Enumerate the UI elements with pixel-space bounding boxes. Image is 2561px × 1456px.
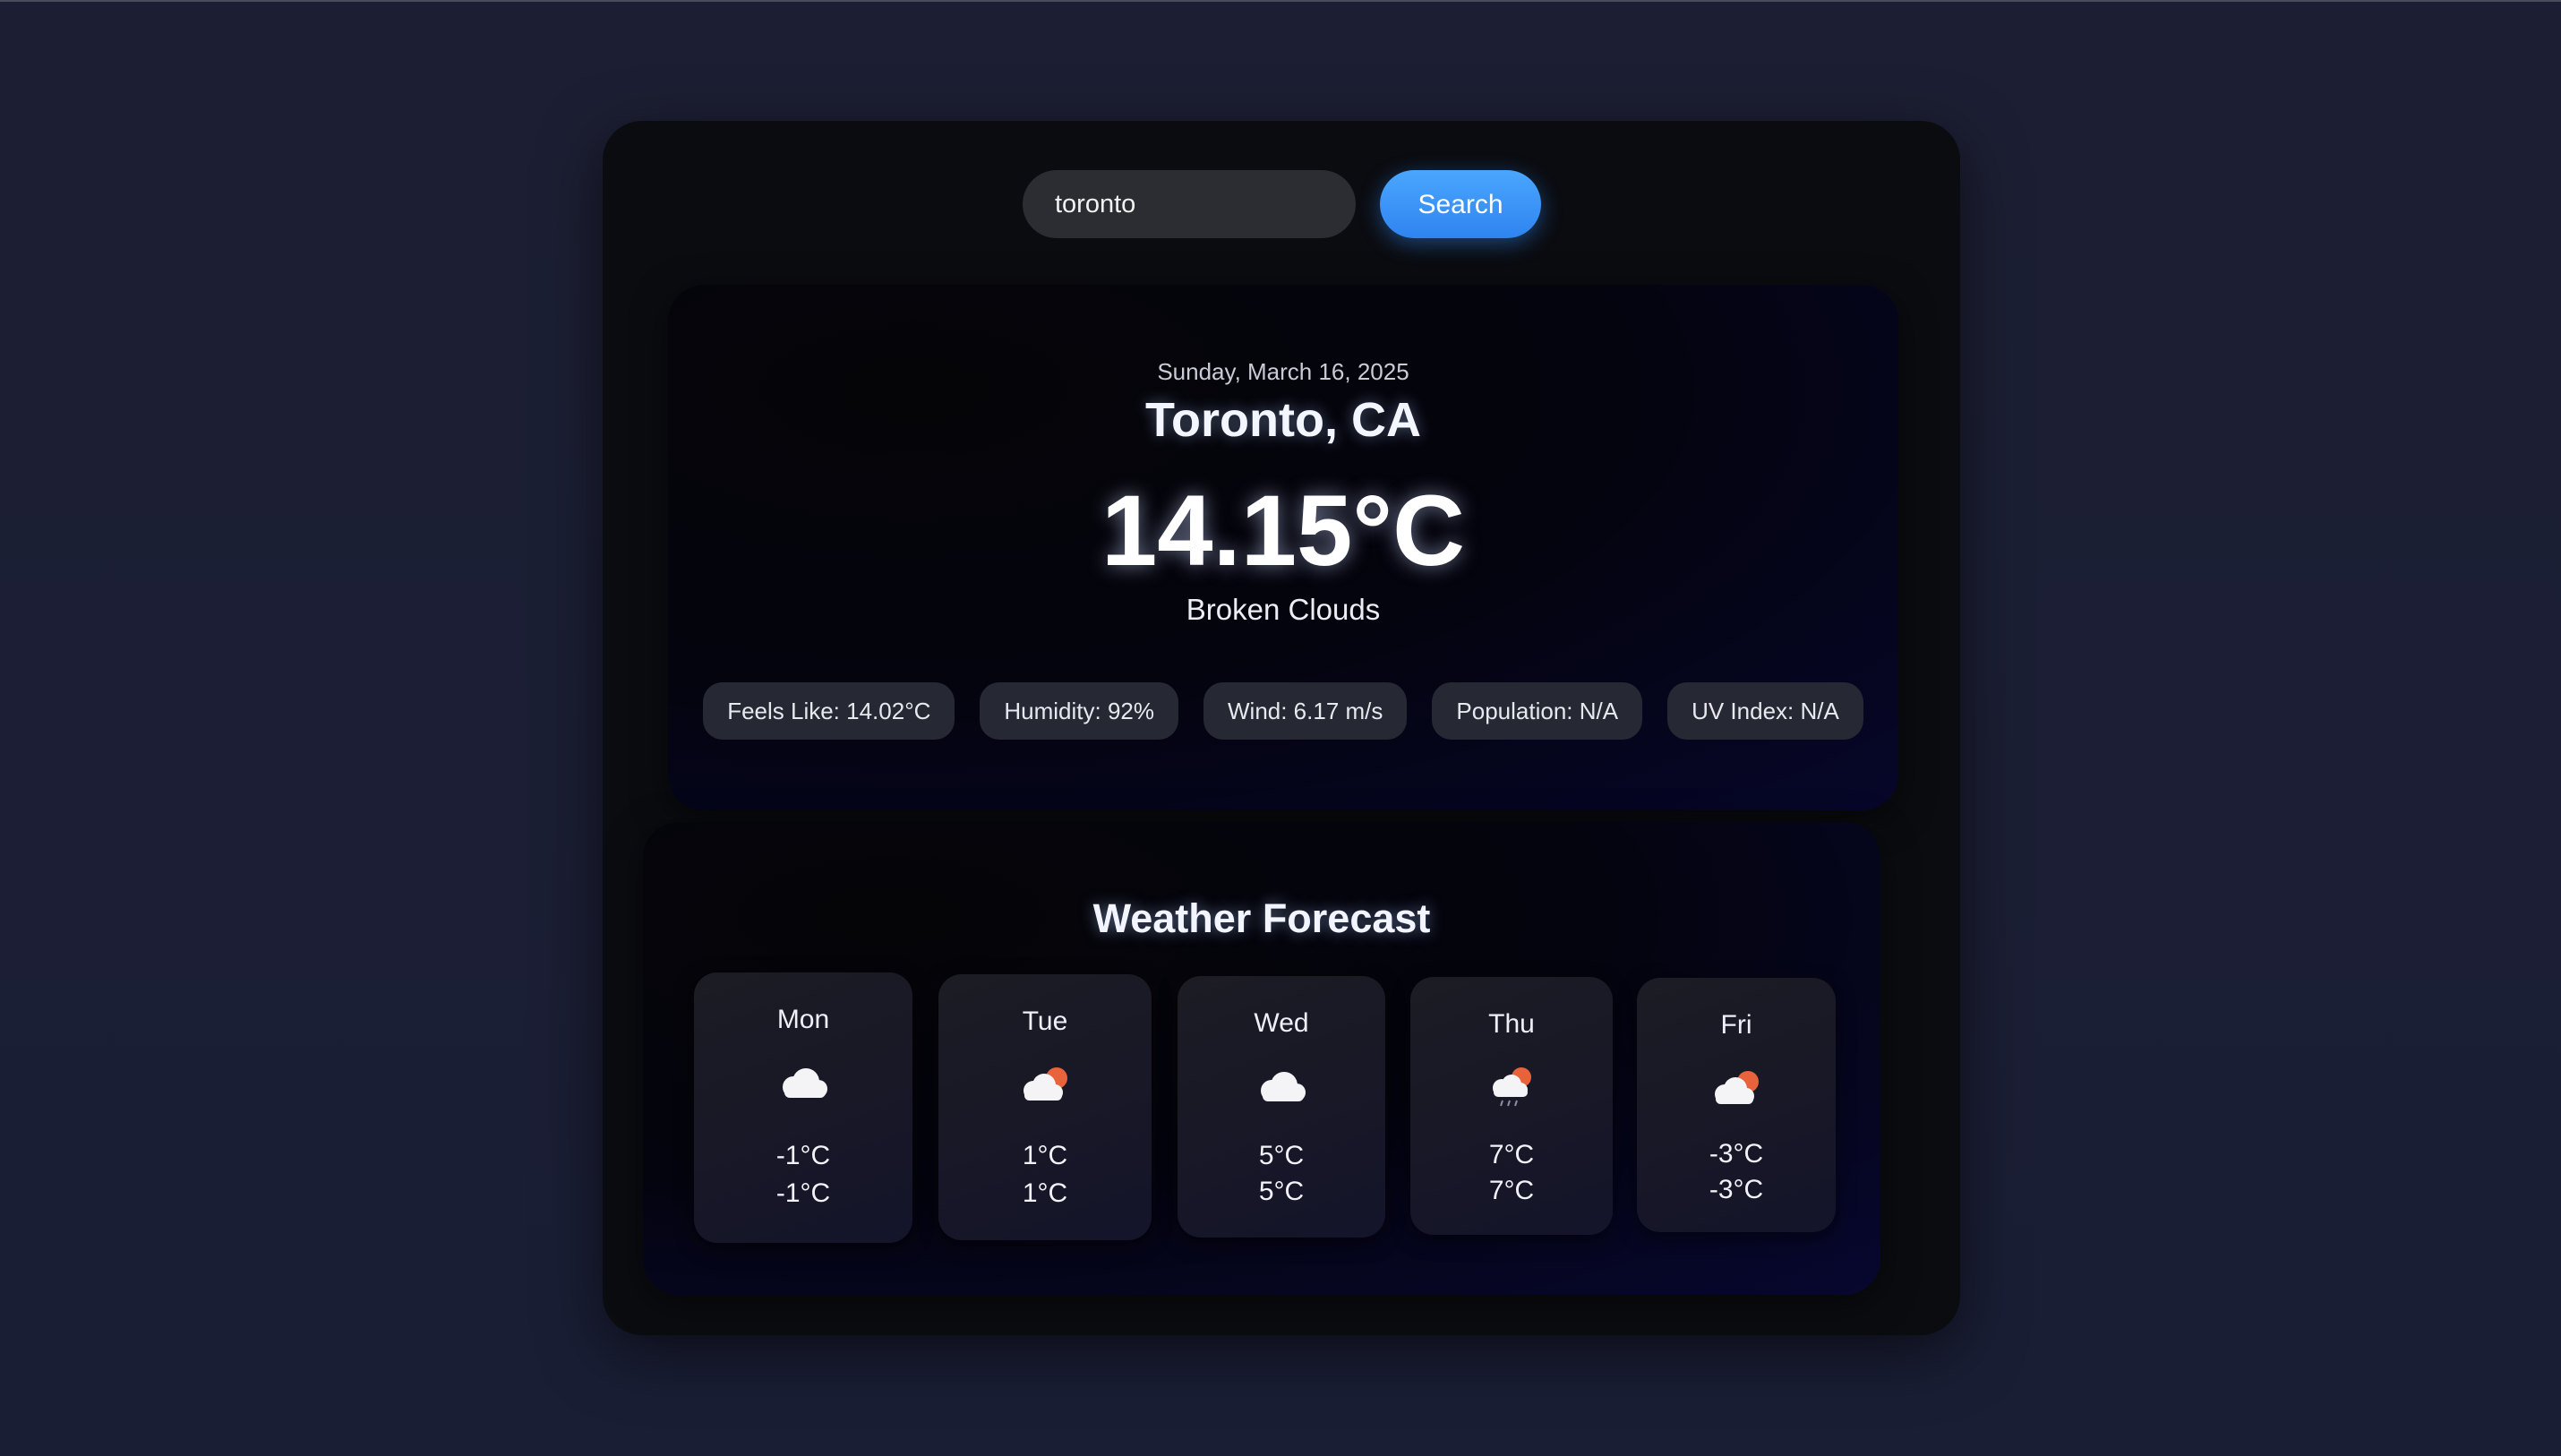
forecast-temp: 7°C	[1488, 1176, 1535, 1205]
uv-index-stat: UV Index: N/A	[1667, 682, 1863, 740]
city-name: Toronto, CA	[1145, 393, 1421, 447]
forecast-day-card-mon: Mon -1°C -1°C	[694, 972, 912, 1243]
wind-stat: Wind: 6.17 m/s	[1203, 682, 1408, 740]
forecast-temp: -1°C	[775, 1178, 831, 1208]
forecast-temp: 1°C	[1022, 1141, 1068, 1170]
forecast-temp: 5°C	[1258, 1177, 1305, 1206]
population-stat: Population: N/A	[1432, 682, 1643, 740]
cloud-sun-rain-icon	[1493, 1067, 1531, 1107]
feels-like-stat: Feels Like: 14.02°C	[703, 682, 955, 740]
forecast-temp: 5°C	[1258, 1141, 1305, 1170]
forecast-temp: 1°C	[1022, 1178, 1068, 1208]
forecast-day-card-thu: Thu 7°C 7°C	[1410, 977, 1613, 1235]
forecast-temp: 7°C	[1488, 1140, 1535, 1169]
forecast-day-card-tue: Tue 1°C 1°C	[938, 974, 1152, 1240]
city-search-input[interactable]	[1023, 170, 1356, 238]
forecast-day-name: Wed	[1254, 1008, 1309, 1038]
search-button[interactable]: Search	[1380, 170, 1541, 238]
forecast-day-card-fri: Fri -3°C -3°C	[1637, 978, 1836, 1232]
forecast-day-name: Mon	[776, 1005, 830, 1034]
cloud-sun-icon	[1715, 1071, 1759, 1104]
forecast-day-name: Tue	[1022, 1006, 1068, 1036]
cloud-icon	[783, 1068, 827, 1098]
cloud-sun-icon	[1024, 1067, 1067, 1101]
current-temperature: 14.15°C	[1101, 475, 1465, 587]
weather-description: Broken Clouds	[1186, 593, 1381, 626]
forecast-temp: -1°C	[775, 1141, 831, 1170]
window-top-border	[0, 0, 2561, 2]
forecast-day-name: Fri	[1720, 1010, 1752, 1040]
forecast-title: Weather Forecast	[1092, 895, 1431, 941]
forecast-day-card-wed: Wed 5°C 5°C	[1178, 976, 1385, 1238]
humidity-stat: Humidity: 92%	[980, 682, 1178, 740]
forecast-temp: -3°C	[1709, 1139, 1764, 1169]
weather-stats: Feels Like: 14.02°C Humidity: 92% Wind: …	[668, 682, 1898, 740]
forecast-day-name: Thu	[1488, 1009, 1535, 1039]
forecast-temp: -3°C	[1709, 1175, 1764, 1204]
cloud-icon	[1261, 1072, 1306, 1101]
current-weather-panel: Sunday, March 16, 2025 Toronto, CA 14.15…	[668, 285, 1898, 810]
current-date: Sunday, March 16, 2025	[1157, 358, 1409, 385]
forecast-panel: Weather Forecast Mon -1°C -1°C Tue 1°C 1…	[643, 822, 1880, 1295]
